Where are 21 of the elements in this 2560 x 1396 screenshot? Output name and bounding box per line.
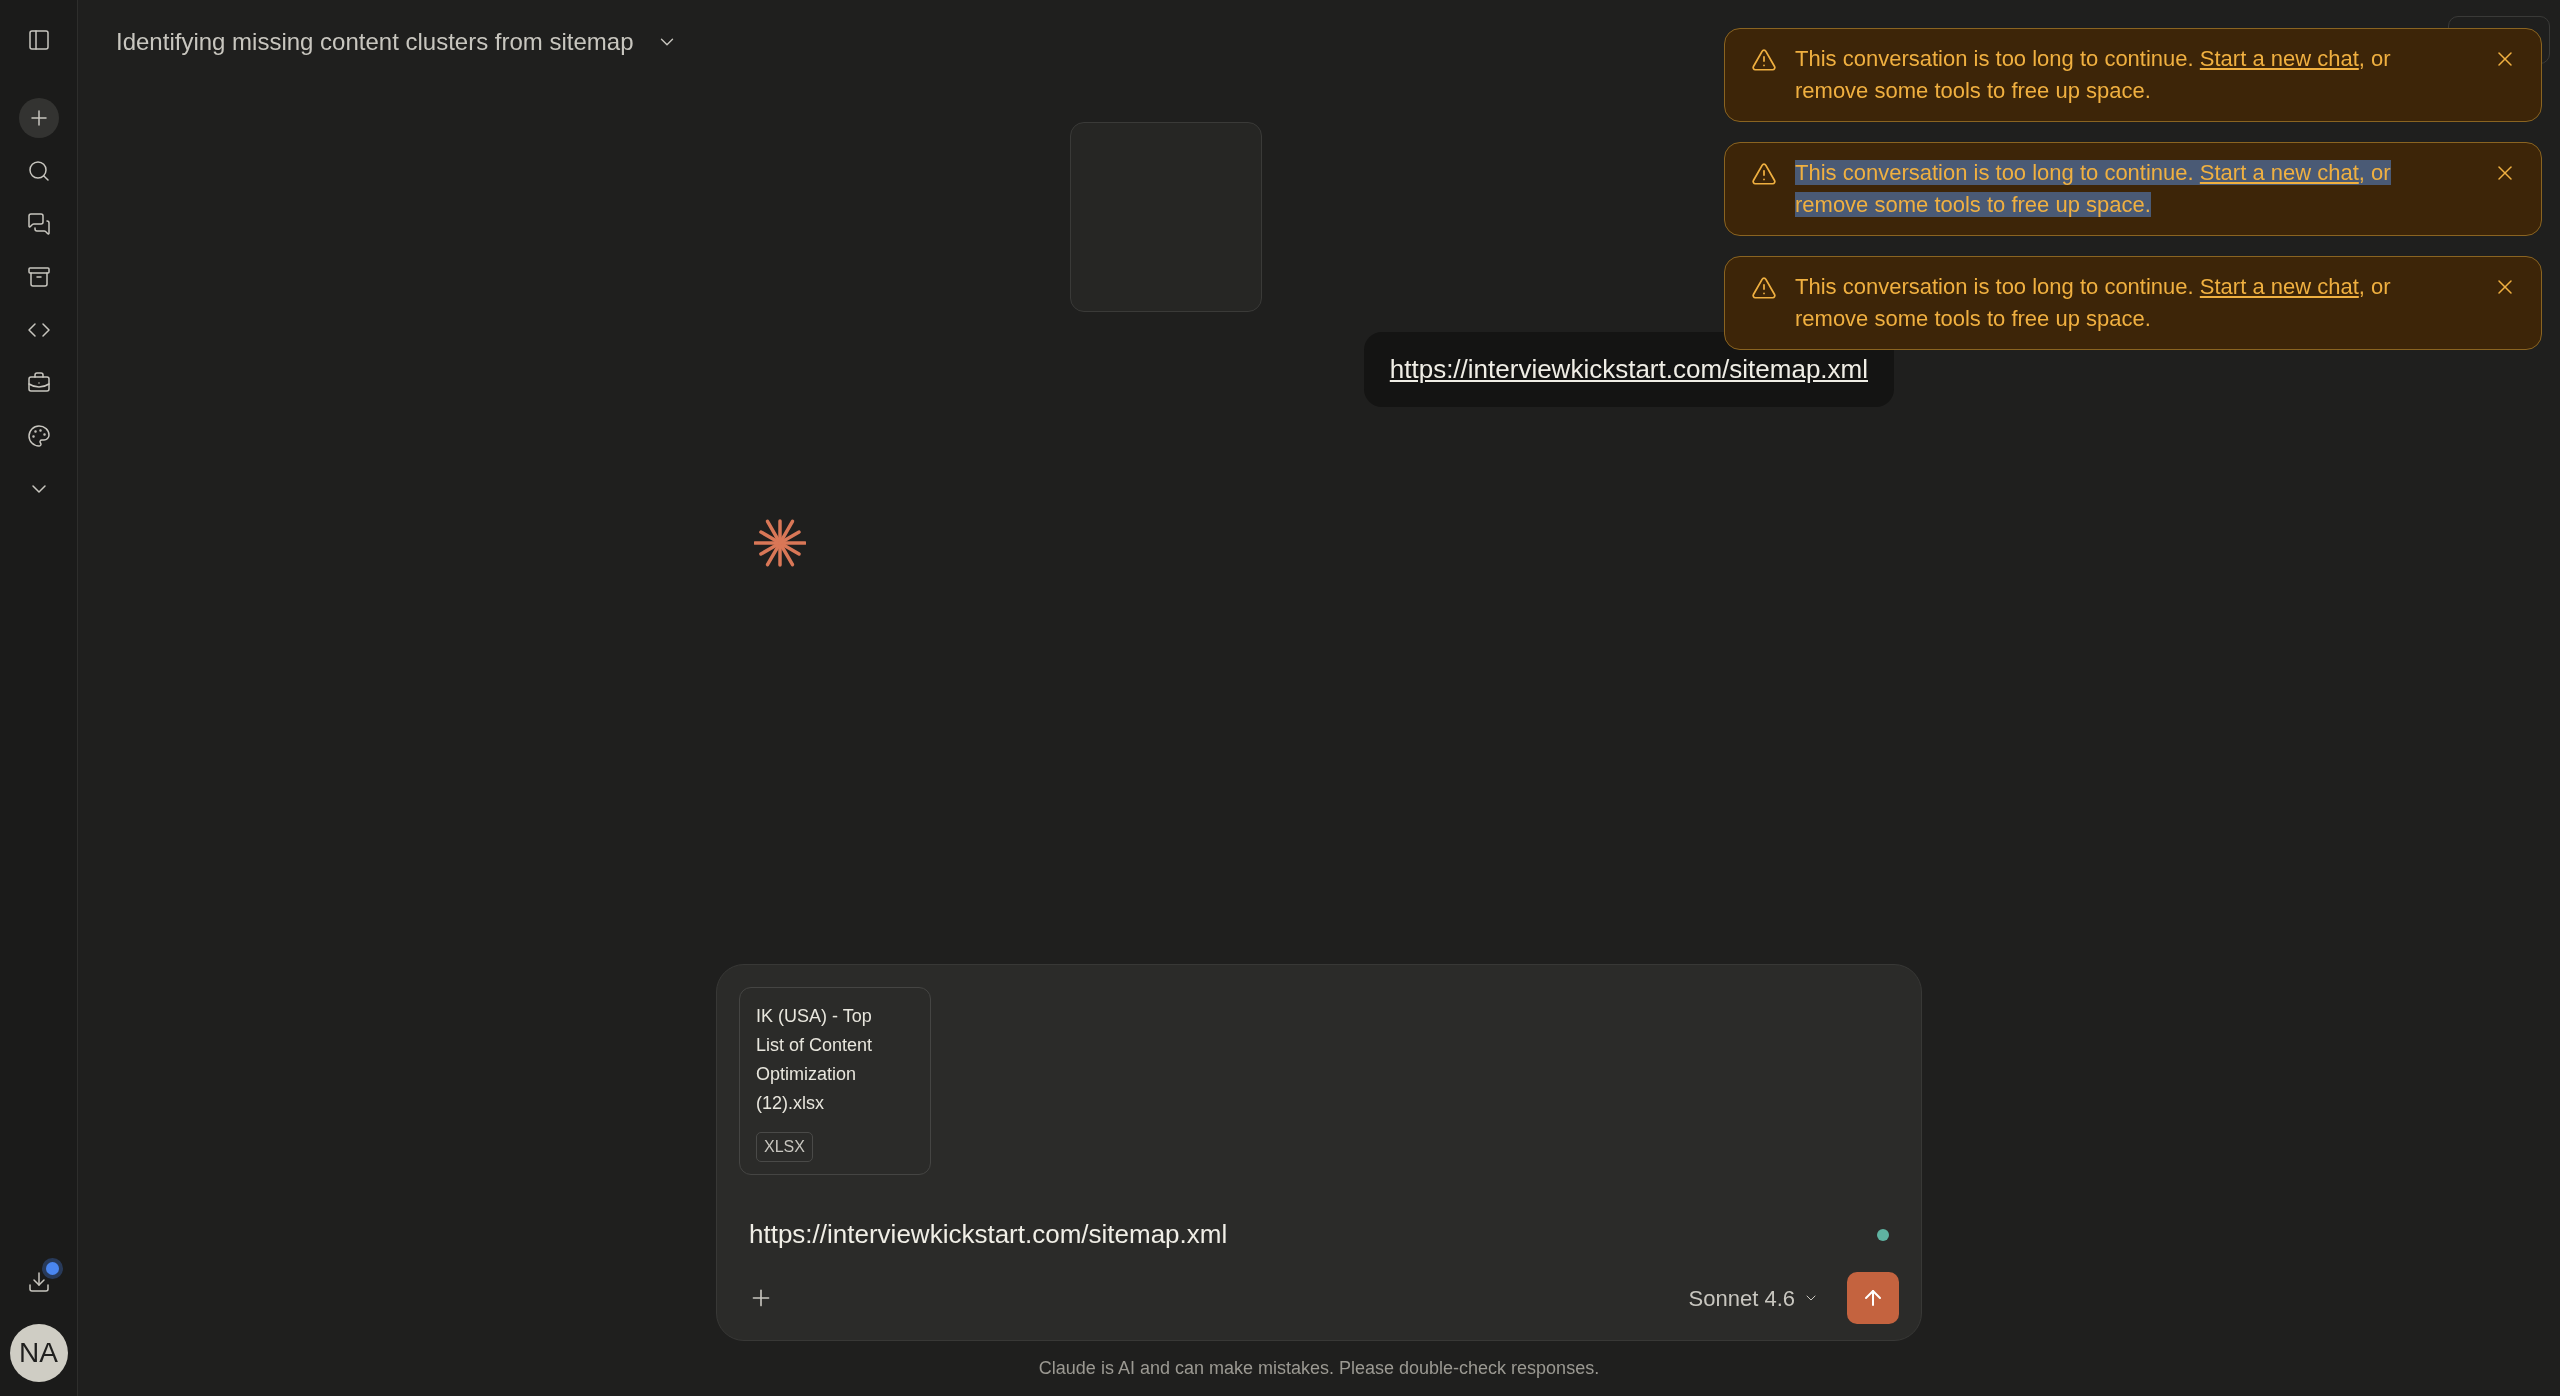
user-avatar[interactable]: NA	[9, 1324, 68, 1382]
warning-message: This conversation is too long to continue. Start a new chat, or remove some tools to free up space.	[1795, 159, 2392, 219]
send-button[interactable]	[1847, 1272, 1899, 1324]
warning-icon	[1751, 47, 1777, 73]
file-type-tag: XLSX	[756, 1132, 813, 1162]
attachment-name: IK (USA) - Top List of Content Optimization (12).xlsx	[756, 1005, 874, 1115]
new-chat-link[interactable]: Start a new chat	[2199, 274, 2359, 299]
chat-title: Identifying missing content clusters from sitemap	[116, 27, 634, 57]
warning-icon	[1751, 275, 1777, 301]
model-selector[interactable]: Sonnet 4.6	[1688, 1281, 1819, 1315]
new-chat-icon[interactable]	[18, 98, 59, 138]
message-input[interactable]: https://interviewkickstart.com/sitemap.xml	[749, 1215, 1877, 1254]
loading-spinner-icon	[754, 517, 806, 569]
new-chat-link[interactable]: Start a new chat	[2199, 160, 2359, 185]
new-chat-link[interactable]: Start a new chat	[2199, 46, 2359, 71]
warning-message: This conversation is too long to continue. Start a new chat, or remove some tools to free up space.	[1795, 45, 2392, 105]
message-link[interactable]: https://interviewkickstart.com/sitemap.xml	[1389, 354, 1868, 384]
warning-icon	[1751, 161, 1777, 187]
attachment-card[interactable]: IK (USA) - Top List of Content Optimization (12).xlsx XLSX	[739, 987, 931, 1175]
warning-message: This conversation is too long to continue. Start a new chat, or remove some tools to free up space.	[1795, 273, 2392, 333]
disclaimer-text: Claude is AI and can make mistakes. Please double-check responses.	[1037, 1357, 1601, 1380]
